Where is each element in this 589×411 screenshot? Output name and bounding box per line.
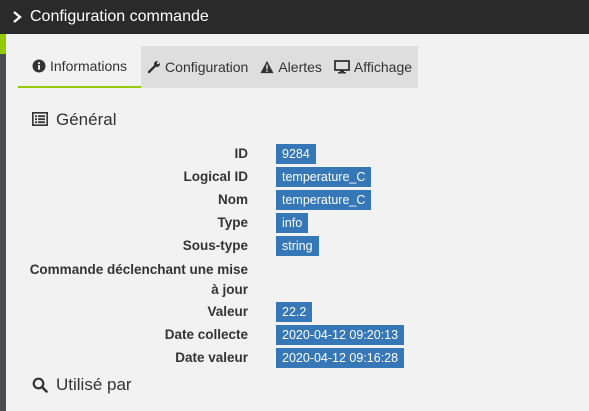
section-general-title: Général — [32, 109, 116, 131]
field-label: Type — [217, 215, 248, 230]
field-value-badge: 9284 — [276, 144, 316, 164]
info-circle-icon — [32, 59, 46, 73]
tab-label: Configuration — [165, 59, 249, 75]
monitor-icon — [334, 60, 350, 74]
search-icon — [32, 377, 48, 393]
field-label: Valeur — [207, 304, 248, 319]
field-value-badge: temperature_C — [276, 167, 372, 187]
dialog-body: Informations Configuration Alertes Affic… — [6, 34, 589, 411]
field-label: Sous-type — [182, 238, 248, 253]
warning-icon — [260, 60, 274, 74]
field-value-badge: 2020-04-12 09:20:13 — [276, 325, 405, 345]
tab-affichage[interactable]: Affichage — [328, 46, 418, 88]
section-used-by-label: Utilisé par — [56, 375, 132, 394]
dialog-titlebar: Configuration commande — [0, 0, 589, 34]
field-label: Date valeur — [175, 350, 248, 365]
list-icon — [32, 112, 48, 128]
field-value-badge: temperature_C — [276, 190, 372, 210]
field-label: Nom — [218, 192, 248, 207]
field-label: ID — [234, 146, 249, 161]
field-label: Commande déclenchant une mise à jour — [29, 262, 248, 297]
field-value-badge: 2020-04-12 09:16:28 — [276, 348, 405, 368]
wrench-icon — [147, 60, 161, 74]
tab-label: Informations — [50, 58, 128, 74]
field-label: Logical ID — [183, 169, 248, 184]
tab-configuration[interactable]: Configuration — [141, 46, 254, 88]
tab-informations[interactable]: Informations — [18, 46, 142, 88]
field-value-badge: info — [276, 213, 309, 233]
tab-label: Affichage — [353, 59, 413, 75]
tab-bar: Informations Configuration Alertes Affic… — [18, 46, 419, 88]
tab-alertes[interactable]: Alertes — [254, 46, 328, 88]
field-label: Date collecte — [164, 327, 248, 342]
chevron-right-icon[interactable] — [10, 10, 24, 24]
section-general-label: Général — [56, 110, 117, 129]
field-value-badge: 22.2 — [276, 302, 313, 322]
tab-label: Alertes — [278, 59, 322, 75]
field-value-badge: string — [276, 236, 319, 256]
dialog-title: Configuration commande — [30, 8, 209, 25]
section-used-by-title: Utilisé par — [32, 374, 132, 396]
